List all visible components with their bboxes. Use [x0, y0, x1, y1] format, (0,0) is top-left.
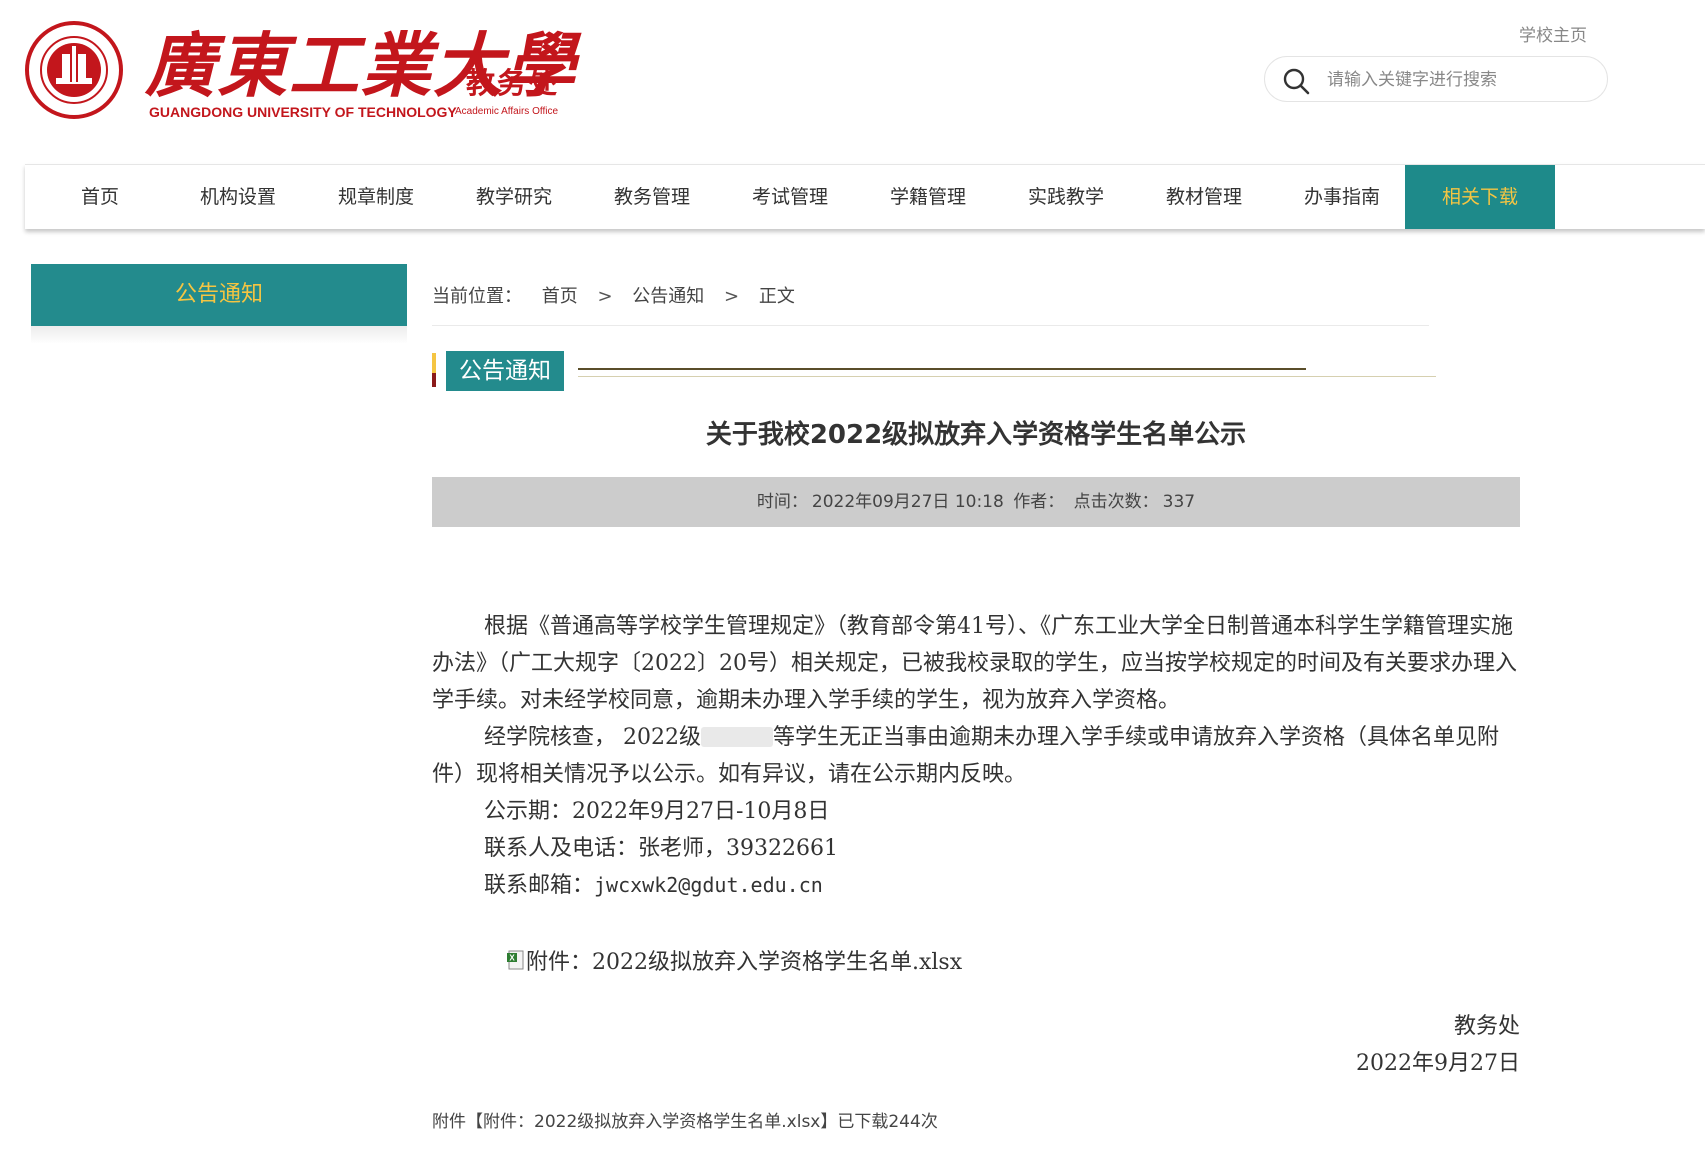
nav-item-student-status[interactable]: 学籍管理: [853, 165, 1003, 229]
nav-item-textbook-management[interactable]: 教材管理: [1129, 165, 1279, 229]
breadcrumb-item-home[interactable]: 首页: [542, 286, 578, 307]
school-home-link[interactable]: 学校主页: [1519, 21, 1587, 46]
excel-file-icon: X: [507, 950, 524, 970]
university-seal-icon[interactable]: [24, 20, 124, 120]
breadcrumb-prefix: 当前位置：: [432, 286, 522, 307]
meta-clicks-label: 点击次数：: [1073, 492, 1159, 512]
attachment-text[interactable]: 附件：2022级拟放弃入学资格学生名单.xlsx: [526, 950, 962, 975]
nav-item-exam-management[interactable]: 考试管理: [715, 165, 865, 229]
breadcrumb-item-announcements[interactable]: 公告通知: [632, 286, 704, 307]
attachment-link[interactable]: X 附件：2022级拟放弃入学资格学生名单.xlsx: [506, 944, 962, 976]
nav-item-practice-teaching[interactable]: 实践教学: [991, 165, 1141, 229]
contact-email: 联系邮箱：jwcxwk2@gdut.edu.cn: [432, 867, 1520, 904]
download-count-note[interactable]: 附件【附件：2022级拟放弃入学资格学生名单.xlsx】已下载244次: [432, 1107, 938, 1132]
search-input[interactable]: [1325, 65, 1599, 95]
section-divider: [578, 368, 1306, 370]
signature-department: 教务处: [1453, 1014, 1520, 1039]
paragraph-text: 经学院核查， 2022级: [484, 725, 701, 750]
signature-date: 2022年9月27日: [1356, 1051, 1520, 1076]
section-divider: [578, 376, 1436, 377]
breadcrumb-separator: >: [597, 286, 613, 307]
meta-time-value: 2022年09月27日 10:18: [811, 492, 1004, 512]
nav-item-downloads[interactable]: 相关下载: [1405, 165, 1555, 229]
breadcrumb: 当前位置： 首页 > 公告通知 > 正文: [432, 282, 809, 308]
meta-author-label: 作者：: [1013, 492, 1065, 512]
nav-item-organization[interactable]: 机构设置: [163, 165, 313, 229]
article-title: 关于我校2022级拟放弃入学资格学生名单公示: [705, 420, 1247, 450]
meta-clicks-value: 337: [1162, 492, 1196, 512]
email-value[interactable]: jwcxwk2@gdut.edu.cn: [594, 873, 823, 897]
university-logo-english: GUANGDONG UNIVERSITY OF TECHNOLOGY: [149, 104, 457, 120]
article-body: 根据《普通高等学校学生管理规定》（教育部令第41号）、《广东工业大学全日制普通本…: [432, 608, 1520, 904]
nav-item-academic-management[interactable]: 教务管理: [577, 165, 727, 229]
nav-item-regulations[interactable]: 规章制度: [301, 165, 451, 229]
sidebar-title[interactable]: 公告通知: [31, 264, 407, 326]
meta-time-label: 时间：: [756, 492, 808, 512]
search-icon[interactable]: [1281, 66, 1311, 96]
search-box: [1264, 56, 1608, 102]
publicity-period: 公示期：2022年9月27日-10月8日: [484, 799, 830, 824]
article-paragraph: 经学院核查， 2022级 等学生无正当事由逾期未办理入学手续或申请放弃入学资格（具…: [432, 719, 1520, 793]
article-meta-bar: 时间： 2022年09月27日 10:18 作者： 点击次数： 337: [432, 477, 1520, 527]
contact-info: 联系人及电话：张老师，39322661: [484, 836, 838, 861]
article-paragraph: 根据《普通高等学校学生管理规定》（教育部令第41号）、《广东工业大学全日制普通本…: [432, 614, 1517, 713]
department-name: 教务处: [466, 66, 560, 100]
breadcrumb-divider: [432, 325, 1429, 326]
svg-text:X: X: [509, 954, 515, 963]
redacted-text: [700, 727, 773, 747]
sidebar-shadow: [31, 326, 407, 344]
breadcrumb-separator: >: [724, 286, 740, 307]
section-title: 公告通知: [446, 351, 564, 391]
nav-item-home[interactable]: 首页: [25, 165, 175, 229]
email-label: 联系邮箱：: [484, 873, 595, 898]
nav-item-teaching-research[interactable]: 教学研究: [439, 165, 589, 229]
main-nav: 首页 机构设置 规章制度 教学研究 教务管理 考试管理 学籍管理 实践教学 教材…: [25, 164, 1705, 229]
department-name-english: Academic Affairs Office: [455, 106, 559, 117]
section-accent-bar: [432, 353, 436, 373]
site-header: 廣東工業大學 GUANGDONG UNIVERSITY OF TECHNOLOG…: [0, 0, 1705, 150]
section-accent-bar: [432, 373, 436, 387]
breadcrumb-item-current: 正文: [758, 286, 795, 307]
nav-item-service-guide[interactable]: 办事指南: [1267, 165, 1417, 229]
